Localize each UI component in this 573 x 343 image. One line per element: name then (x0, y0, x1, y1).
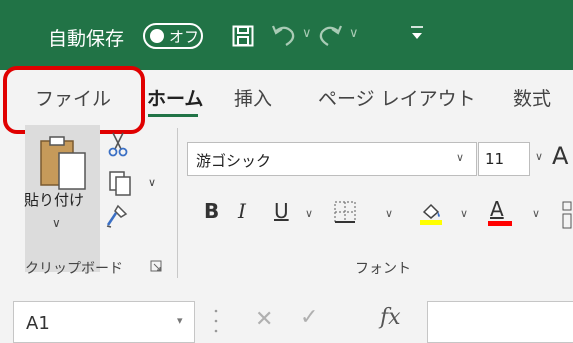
cancel-icon[interactable]: ✕ (255, 307, 273, 332)
grow-font-icon[interactable]: A (552, 142, 568, 170)
chevron-down-icon[interactable]: ∨ (456, 151, 464, 164)
font-size-dropdown-icon[interactable]: ∨ (535, 150, 543, 163)
tab-formulas[interactable]: 数式 (513, 84, 551, 111)
undo-dropdown-icon[interactable]: ∨ (302, 26, 312, 41)
font-size-combobox[interactable]: 11 (478, 142, 530, 176)
font-color-dropdown-icon[interactable]: ∨ (532, 207, 540, 220)
group-divider (177, 128, 178, 278)
copy-icon[interactable] (108, 170, 132, 200)
autosave-toggle-knob (150, 29, 164, 43)
group-label-clipboard: クリップボード (25, 261, 123, 277)
redo-dropdown-icon[interactable]: ∨ (349, 26, 359, 41)
redo-icon[interactable] (318, 22, 344, 52)
tab-page-layout[interactable]: ページ レイアウト (318, 84, 476, 111)
italic-button[interactable]: I (238, 199, 246, 223)
name-box[interactable]: A1 ▾ (13, 301, 195, 343)
formula-input[interactable] (427, 301, 573, 343)
undo-icon[interactable] (270, 22, 296, 52)
autosave-label: 自動保存 (48, 28, 125, 50)
underline-dropdown-icon[interactable]: ∨ (305, 207, 313, 220)
enter-icon[interactable]: ✓ (300, 305, 318, 330)
phonetic-guide-icon[interactable] (562, 200, 572, 233)
autosave-toggle[interactable]: オフ (143, 23, 203, 49)
borders-icon[interactable] (333, 200, 357, 228)
customize-qat-icon[interactable] (410, 25, 424, 45)
tab-home[interactable]: ホーム (147, 84, 203, 111)
font-name-value: 游ゴシック (196, 152, 272, 170)
copy-dropdown-icon[interactable]: ∨ (148, 176, 156, 189)
paste-dropdown-icon[interactable]: ∨ (52, 216, 61, 230)
cut-icon[interactable] (108, 131, 128, 161)
grip-handle-icon[interactable] (214, 308, 218, 338)
bold-button[interactable]: B (204, 199, 219, 223)
format-painter-icon[interactable] (104, 203, 130, 233)
underline-button[interactable]: U (274, 199, 289, 223)
highlight-annotation (3, 66, 145, 134)
font-size-value: 11 (485, 150, 505, 168)
group-label-font: フォント (355, 261, 411, 277)
chevron-down-icon[interactable]: ▾ (177, 314, 183, 327)
tab-insert[interactable]: 挿入 (234, 84, 272, 111)
active-tab-underline (148, 114, 198, 117)
autosave-state: オフ (169, 28, 200, 46)
insert-function-icon[interactable]: fx (380, 305, 401, 330)
paste-label: 貼り付け (24, 191, 85, 209)
borders-dropdown-icon[interactable]: ∨ (385, 207, 393, 220)
fill-color-dropdown-icon[interactable]: ∨ (460, 207, 468, 220)
clipboard-icon (40, 136, 86, 190)
dialog-launcher-icon[interactable] (150, 260, 162, 275)
save-icon[interactable] (232, 25, 254, 51)
name-box-value: A1 (26, 313, 50, 334)
font-name-combobox[interactable]: 游ゴシック ∨ (187, 142, 477, 176)
fill-color-icon[interactable] (418, 200, 444, 230)
